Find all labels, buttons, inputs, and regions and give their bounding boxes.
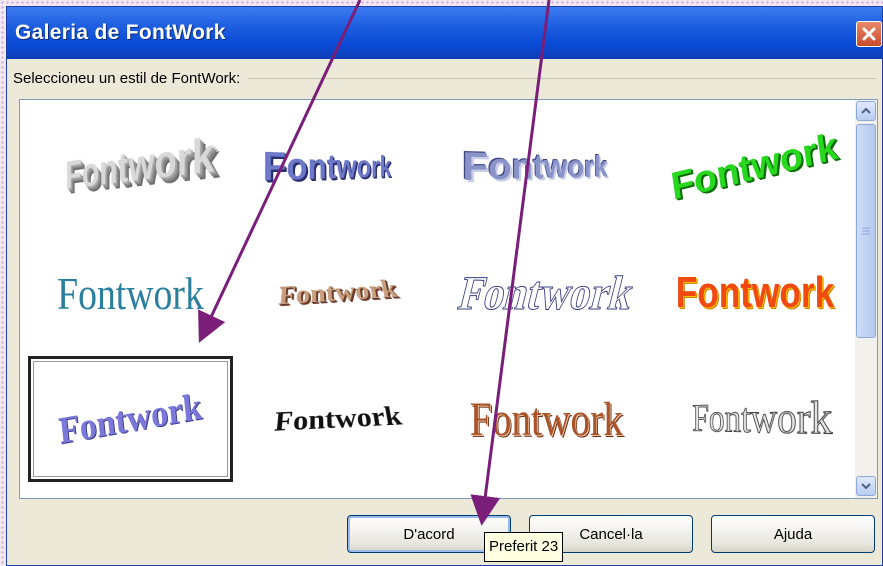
annotation-arrow — [198, 0, 362, 343]
annotation-arrow — [470, 0, 551, 526]
annotation-arrows — [198, 0, 551, 526]
